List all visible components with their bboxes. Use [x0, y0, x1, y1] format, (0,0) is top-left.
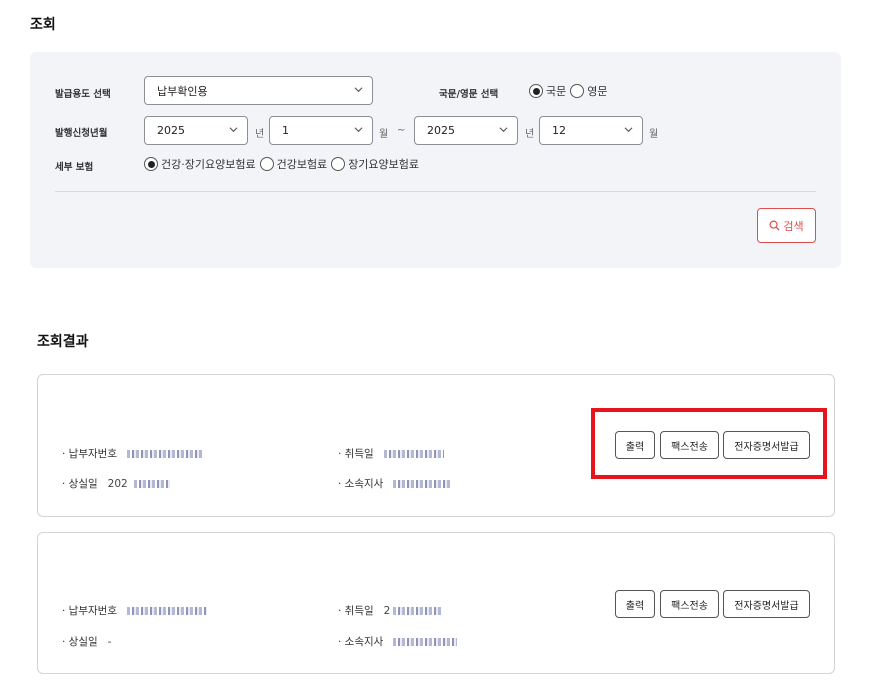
insurance-longterm-label: 장기요양보험료: [348, 158, 420, 171]
period-label: 발행신청년월: [55, 128, 108, 139]
from-month-value: 1: [282, 124, 289, 137]
insurance-radio-group: 건강·장기요양보험료 건강보험료 장기요양보험료: [144, 156, 423, 172]
radio-unchecked-icon: [259, 157, 274, 171]
insurance-radio-health[interactable]: 건강보험료: [259, 156, 328, 172]
search-icon: [769, 220, 780, 231]
language-korean-label: 국문: [546, 85, 567, 98]
chevron-down-icon: [354, 85, 363, 94]
purpose-label: 발급용도 선택: [55, 89, 111, 100]
from-month-select[interactable]: 1: [269, 116, 373, 145]
masked-branch: [393, 637, 458, 646]
acquired-date-label: · 취득일: [338, 605, 374, 617]
language-label: 국문/영문 선택: [439, 89, 499, 100]
language-radio-english[interactable]: 영문: [570, 83, 608, 99]
insurance-radio-combined[interactable]: 건강·장기요양보험료: [144, 156, 256, 172]
language-english-label: 영문: [587, 85, 608, 98]
insurance-combined-label: 건강·장기요양보험료: [161, 158, 256, 171]
search-section-title: 조회: [30, 17, 56, 33]
chevron-down-icon: [229, 125, 238, 134]
masked-acquired-date: [393, 606, 442, 615]
masked-lost-date: [133, 479, 170, 488]
panel-divider: [55, 191, 816, 192]
radio-unchecked-icon: [570, 84, 585, 98]
search-button-label: 검색: [783, 219, 804, 233]
payer-number-field: · 납부자번호: [62, 446, 202, 461]
radio-checked-icon: [529, 84, 543, 98]
year-unit: 년: [255, 129, 265, 140]
masked-payer-number: [126, 606, 207, 615]
chevron-down-icon: [624, 125, 633, 134]
lost-date-value: -: [107, 635, 112, 648]
acquired-date-value: 2: [383, 604, 391, 617]
insurance-radio-longterm[interactable]: 장기요양보험료: [331, 156, 419, 172]
payer-number-label: · 납부자번호: [62, 448, 117, 460]
acquired-date-label: · 취득일: [338, 448, 374, 460]
fax-send-button[interactable]: 팩스전송: [660, 590, 719, 618]
chevron-down-icon: [354, 125, 363, 134]
from-year-value: 2025: [157, 124, 185, 137]
e-certificate-button[interactable]: 전자증명서발급: [723, 590, 810, 618]
branch-label: · 소속지사: [338, 636, 384, 648]
month-unit: 월: [649, 129, 659, 140]
to-year-select[interactable]: 2025: [414, 116, 518, 145]
to-month-select[interactable]: 12: [539, 116, 643, 145]
to-year-value: 2025: [427, 124, 455, 137]
branch-label: · 소속지사: [338, 478, 384, 490]
to-month-value: 12: [552, 124, 566, 137]
search-button[interactable]: 검색: [757, 208, 816, 243]
payer-number-label: · 납부자번호: [62, 605, 117, 617]
acquired-date-field: · 취득일: [338, 446, 444, 461]
language-radio-korean[interactable]: 국문: [529, 83, 566, 99]
range-separator: ~: [397, 125, 406, 136]
purpose-select[interactable]: 납부확인용: [144, 76, 373, 105]
language-radio-group: 국문 영문: [529, 83, 612, 99]
lost-date-field: · 상실일 202: [62, 476, 170, 491]
month-unit: 월: [379, 129, 389, 140]
results-section-title: 조회결과: [37, 334, 89, 350]
lost-date-label: · 상실일: [62, 478, 98, 490]
lost-date-label: · 상실일: [62, 636, 98, 648]
payer-number-field: · 납부자번호: [62, 603, 207, 618]
branch-field: · 소속지사: [338, 476, 452, 491]
acquired-date-field: · 취득일 2: [338, 603, 442, 618]
radio-checked-icon: [144, 157, 158, 171]
radio-unchecked-icon: [331, 157, 346, 171]
purpose-select-value: 납부확인용: [157, 84, 208, 98]
insurance-label: 세부 보험: [55, 162, 94, 173]
highlight-box: [591, 408, 827, 479]
from-year-select[interactable]: 2025: [144, 116, 248, 145]
year-unit: 년: [525, 129, 535, 140]
masked-acquired-date: [383, 449, 444, 458]
lost-date-field: · 상실일 -: [62, 634, 111, 649]
branch-field: · 소속지사: [338, 634, 458, 649]
masked-payer-number: [126, 449, 202, 458]
chevron-down-icon: [499, 125, 508, 134]
print-button[interactable]: 출력: [615, 590, 655, 618]
insurance-health-label: 건강보험료: [276, 158, 328, 171]
masked-branch: [393, 479, 452, 488]
lost-date-value: 202: [107, 477, 128, 490]
